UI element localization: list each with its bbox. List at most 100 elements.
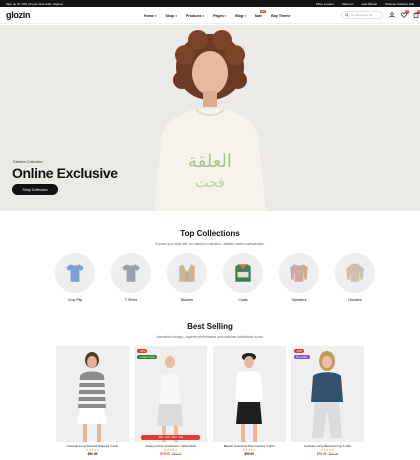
topbar-link-store-locator[interactable]: Store Locator [316,2,334,6]
price-current: $90.00 [87,452,98,456]
stock-badge: Limited Stock [137,355,157,359]
hero-title: Online Exclusive [12,165,118,181]
main-nav: Home▾ Shop▾ Products▾ Pages▾ Blog▾ Sale H… [144,7,291,24]
nav-item-blog[interactable]: Blog▾ [235,14,246,18]
hoodie-icon [346,263,364,282]
discount-badge: -18% [137,349,148,353]
search-icon [345,13,349,17]
hero-model-image: العلقة فحت [154,30,266,211]
product-photo [234,353,263,442]
chevron-down-icon: ▾ [202,13,205,18]
svg-text:فحت: فحت [195,175,224,191]
product-image[interactable] [56,346,129,442]
chevron-down-icon: ▾ [224,13,227,18]
chevron-down-icon: ▾ [155,13,157,18]
product-price: $90.00 [56,452,129,456]
collection-thumb [335,253,375,293]
collection-thumb [111,253,151,293]
product-photo [157,350,184,442]
countdown-timer: 38d : 10h : 45m : 12s [141,435,201,440]
collection-thumb [223,253,263,293]
bestselling-title: Best Selling [187,322,233,331]
topbar-link-summer-edit[interactable]: Summer Fashion Edit [385,2,414,6]
collections-title: Top Collections [180,229,240,238]
logo[interactable]: glozin [6,10,31,20]
hero-banner: العلقة فحت Fashion Collection Online Exc… [0,25,420,211]
bestselling-subtitle: Unmatched design—superior performance an… [156,335,264,339]
collections-row: Crop Flip T-Shirts Blazers Coats Sweater… [55,253,375,302]
chevron-down-icon: ▾ [175,13,178,18]
product-price: $75.00 $95.00 [134,452,207,456]
collections-subtitle: Express your style with our standout col… [155,242,265,246]
nav-label: Pages [213,13,224,18]
svg-text:العلقة: العلقة [188,151,232,172]
collection-label: Coats [238,298,248,302]
price-old: $95.00 [171,452,182,456]
nav-label: Buy Theme [271,13,291,18]
cart-icon[interactable]: 0 [412,10,420,19]
topbar-link-about[interactable]: About us [342,2,354,6]
collection-label: Sweaters [291,298,307,302]
nav-item-buy-theme[interactable]: Buy Theme [271,14,290,18]
coat-icon [235,264,251,282]
collection-thumb [55,253,95,293]
collection-item[interactable]: Sweaters [279,253,319,302]
product-card[interactable]: -18% Limited Stock 38d : 10h : 45m : 12s… [134,346,208,456]
tshirt-icon [122,264,140,282]
product-price: $79.00 $98.00 [291,452,364,456]
promo-text[interactable]: Sign up for 10% off your first order: Si… [6,2,316,6]
nav-item-shop[interactable]: Shop▾ [166,14,178,18]
blazer-icon [179,264,195,282]
collection-thumb [279,253,319,293]
nav-label: Home [144,13,154,18]
wishlist-icon[interactable]: 0 [400,10,409,19]
product-card[interactable]: -20% Pre-Order Contrast Long-Sleeved Cro… [290,346,364,456]
product-image[interactable] [212,346,286,442]
price-old: $98.00 [328,452,339,456]
product-grid: Contrast Long Sleeved Stripped T-shirt ★… [56,346,364,456]
nav-label: Blog [235,13,244,18]
nav-label: Shop [165,13,175,18]
announcement-bar: Sign up for 10% off your first order: Si… [0,0,420,7]
search-input[interactable]: I'm shopping for... [341,11,383,19]
product-photo [310,351,343,438]
collection-thumb [167,253,207,293]
collection-item[interactable]: T-Shirts [111,253,151,302]
nav-item-products[interactable]: Products▾ [186,14,204,18]
nav-item-home[interactable]: Home▾ [144,14,157,18]
site-header: glozin Home▾ Shop▾ Products▾ Pages▾ Blog… [0,7,420,24]
collection-label: Crop Flip [67,298,83,302]
price-current: $90.00 [244,452,255,456]
preorder-badge: Pre-Order [293,355,310,359]
discount-badge: -20% [293,349,305,353]
sweater-icon [290,264,308,282]
topbar-link-last-minute[interactable]: Last Minute [362,2,378,6]
nav-label: Products [186,13,202,18]
chevron-down-icon: ▾ [244,13,246,18]
nav-item-sale[interactable]: Sale Hot [254,9,267,18]
hero-kicker: Fashion Collection [13,160,43,164]
nav-item-pages[interactable]: Pages▾ [213,14,226,18]
collection-item[interactable]: Coats [223,253,263,302]
product-card[interactable]: Contrast Long Sleeved Stripped T-shirt ★… [56,346,129,456]
account-icon[interactable] [388,11,395,19]
wishlist-count: 0 [405,10,409,14]
price-current: $75.00 [160,452,170,456]
collection-label: T-Shirts [124,298,138,302]
hot-badge: Hot [259,9,267,13]
product-image[interactable]: -18% Limited Stock 38d : 10h : 45m : 12s [134,346,208,442]
product-price: $90.00 [213,452,286,456]
product-card[interactable]: Bleach Oversized Plus Contour T-shirt ★★… [212,346,286,456]
product-photo [77,352,107,442]
collection-item[interactable]: Hoodies [335,253,375,302]
collection-label: Hoodies [348,298,362,302]
shop-collection-button[interactable]: Shop Collection [12,184,58,195]
collection-label: Blazers [181,298,193,302]
price-current: $79.00 [316,452,327,456]
product-image[interactable]: -20% Pre-Order [290,346,364,442]
topbar-links: Store Locator About us Last Minute Summe… [316,2,414,6]
header-icons: 0 0 [388,10,420,19]
collection-item[interactable]: Blazers [167,253,207,302]
nav-label: Sale [254,13,263,18]
collection-item[interactable]: Crop Flip [55,253,95,302]
